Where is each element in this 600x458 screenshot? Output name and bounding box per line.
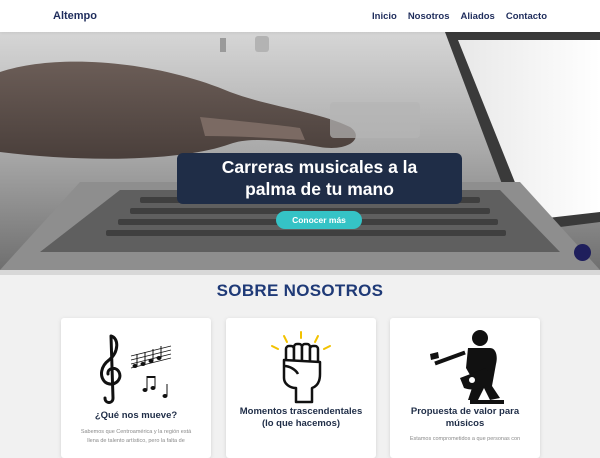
card-title: Momentos trascendentales (lo que hacemos… xyxy=(239,406,363,429)
card-text-line: llena de talento artístico, pero la falt… xyxy=(87,438,185,444)
guitarist-icon xyxy=(430,330,504,404)
music-notes-icon xyxy=(100,334,172,404)
about-card-milestones: Momentos trascendentales (lo que hacemos… xyxy=(226,318,376,458)
hero-title-line-1: Carreras musicales a la xyxy=(221,157,418,177)
hero-title-line-2: palma de tu mano xyxy=(245,179,394,199)
card-title: ¿Qué nos mueve? xyxy=(94,410,178,421)
card-text-line: Estamos comprometidos a que personas con xyxy=(409,436,521,442)
about-card-what-moves-us: ¿Qué nos mueve? Sabemos que Centroaméric… xyxy=(61,318,211,458)
hero-photo-laptop xyxy=(0,32,600,270)
about-card-value-proposition: Propuesta de valor para músicos Estamos … xyxy=(390,318,540,458)
about-section-title: SOBRE NOSOTROS xyxy=(216,281,384,300)
brand-logo[interactable]: Altempo xyxy=(53,10,97,22)
nav-link-aliados[interactable]: Aliados xyxy=(461,11,495,22)
card-title: Propuesta de valor para músicos xyxy=(410,406,520,429)
nav-links: Inicio Nosotros Aliados Contacto xyxy=(372,11,547,22)
raised-fist-icon xyxy=(271,331,331,404)
nav-link-contacto[interactable]: Contacto xyxy=(506,11,547,22)
hero-title: Carreras musicales a la palma de tu mano xyxy=(177,153,462,204)
nav-link-nosotros[interactable]: Nosotros xyxy=(408,11,450,22)
scroll-top-button[interactable] xyxy=(574,244,591,261)
navbar: Altempo Inicio Nosotros Aliados Contacto xyxy=(0,0,600,32)
section-divider xyxy=(0,270,600,275)
learn-more-button[interactable]: Conocer más xyxy=(276,211,362,229)
hero-banner: Carreras musicales a la palma de tu mano… xyxy=(0,32,600,270)
card-text: Sabemos que Centroamérica y la región es… xyxy=(71,428,201,446)
card-text: Estamos comprometidos a que personas con xyxy=(400,435,530,444)
nav-link-inicio[interactable]: Inicio xyxy=(372,11,397,22)
card-text-line: Sabemos que Centroamérica y la región es… xyxy=(80,429,192,435)
